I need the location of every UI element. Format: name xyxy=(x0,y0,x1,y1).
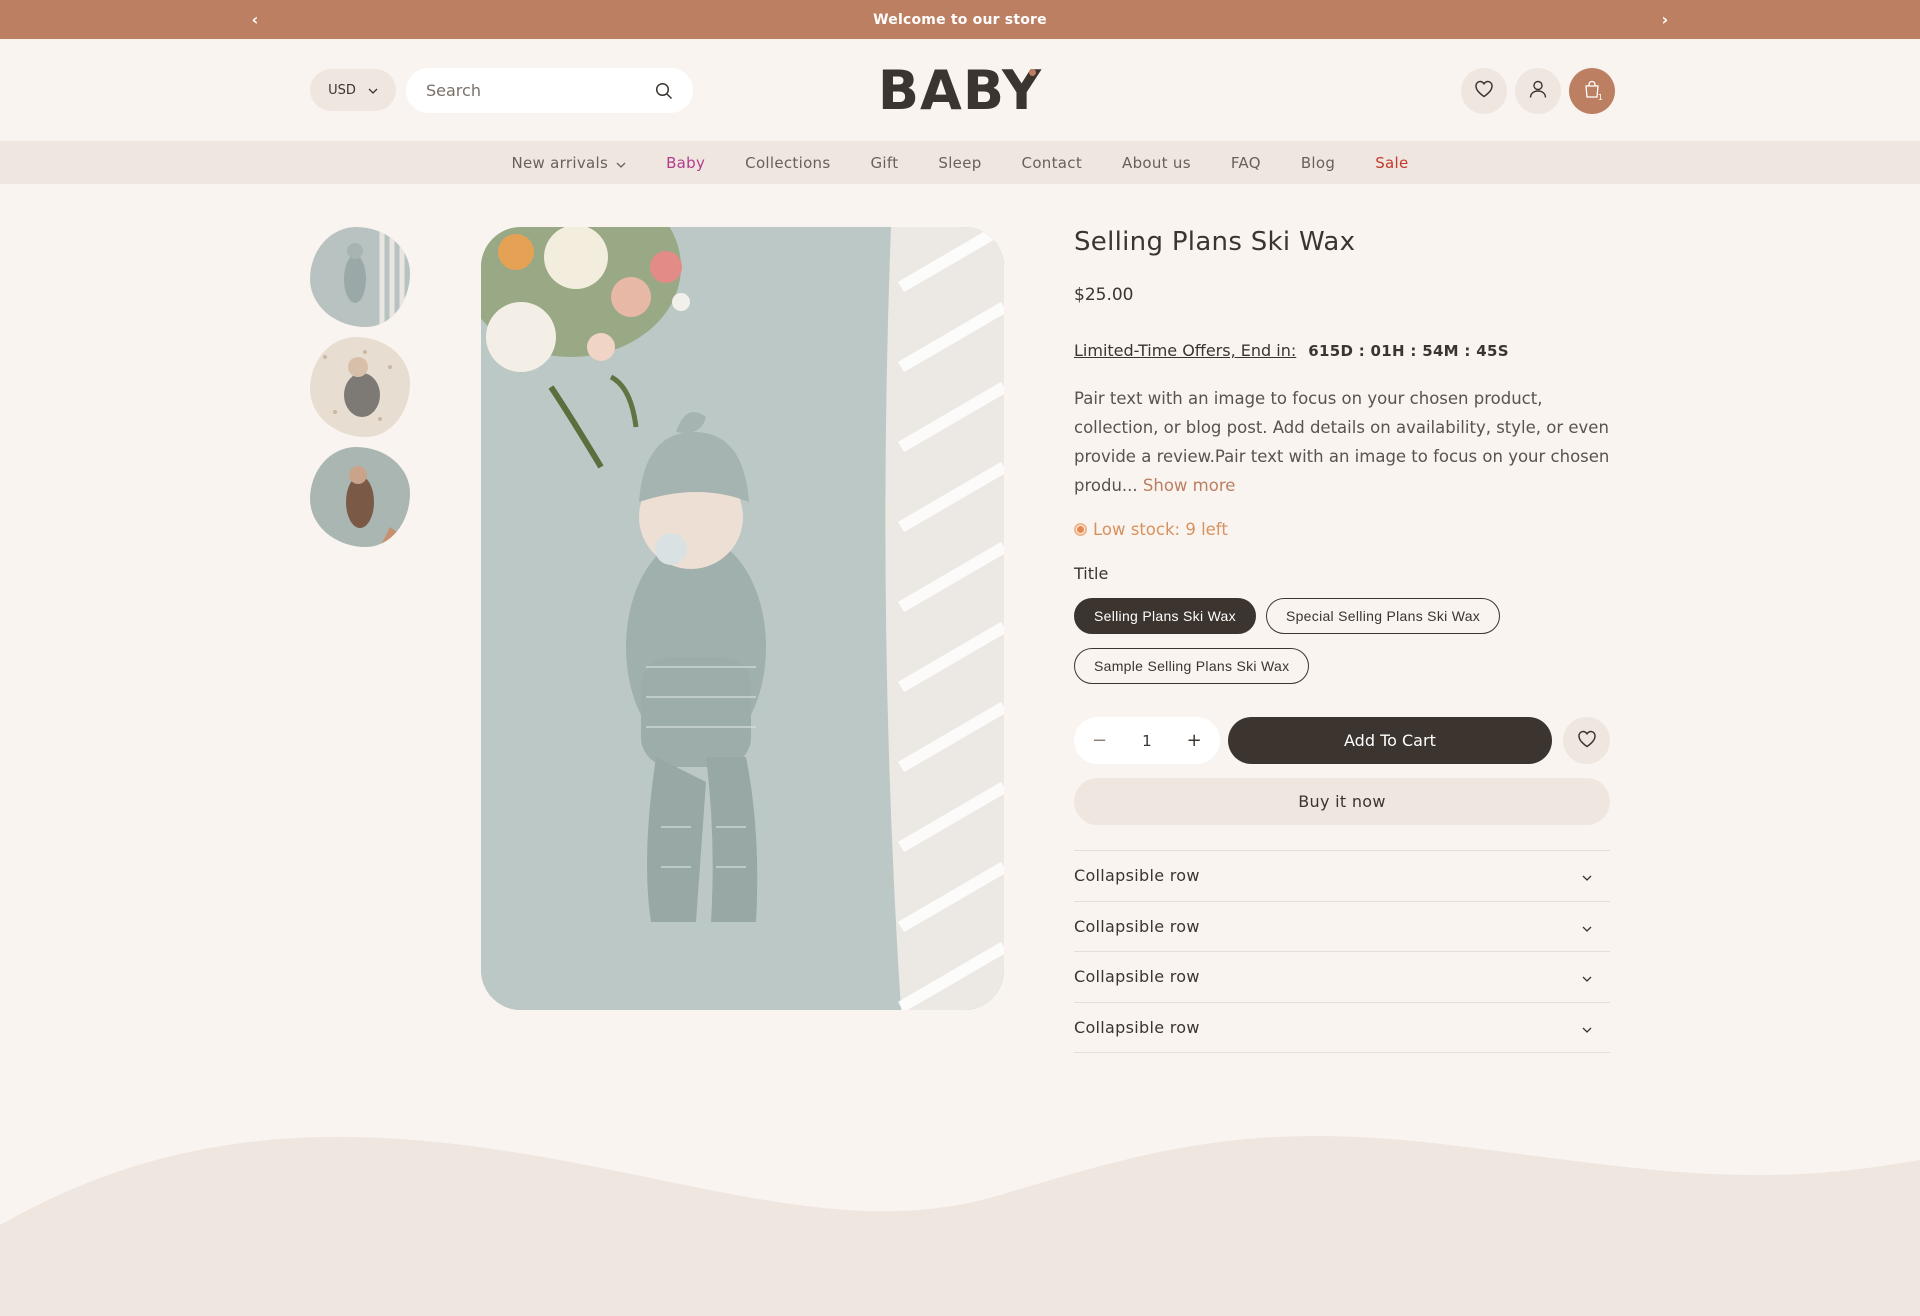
nav-item-new-arrivals[interactable]: New arrivals xyxy=(512,154,627,172)
variant-option-sample[interactable]: Sample Selling Plans Ski Wax xyxy=(1074,648,1310,684)
nav-item-label: Sleep xyxy=(938,153,982,172)
currency-value: USD xyxy=(328,82,356,98)
product-thumbnail-2[interactable] xyxy=(310,337,410,437)
site-header: USD BABY 1 xyxy=(0,39,1920,141)
chevron-down-icon xyxy=(1582,917,1592,936)
nav-item-contact[interactable]: Contact xyxy=(1022,154,1082,172)
account-button[interactable] xyxy=(1515,68,1561,114)
nav-item-blog[interactable]: Blog xyxy=(1301,154,1335,172)
nav-item-label: Contact xyxy=(1021,153,1083,172)
product-info: Selling Plans Ski Wax $25.00 Limited-Tim… xyxy=(1074,227,1610,1053)
collapsible-row[interactable]: Collapsible row xyxy=(1074,952,1610,1003)
countdown-timer: 615D : 01H : 54M : 45S xyxy=(1308,341,1509,360)
collapsible-row-label: Collapsible row xyxy=(1074,866,1200,886)
cart-button[interactable]: 1 xyxy=(1569,68,1615,114)
option-label: Title xyxy=(1074,564,1109,583)
collapsible-row-label: Collapsible row xyxy=(1074,967,1200,987)
user-icon xyxy=(1528,79,1548,103)
show-more-link[interactable]: Show more xyxy=(1143,476,1236,495)
nav-item-label: Blog xyxy=(1300,153,1336,172)
nav-item-label: FAQ xyxy=(1230,153,1261,172)
collapsible-row[interactable]: Collapsible row xyxy=(1074,851,1610,902)
nav-item-about-us[interactable]: About us xyxy=(1122,154,1191,172)
collapsible-row[interactable]: Collapsible row xyxy=(1074,1003,1610,1053)
heart-icon xyxy=(1577,730,1597,752)
product-thumbnail-1[interactable] xyxy=(310,227,410,327)
cart-count-badge: 1 xyxy=(1597,93,1603,102)
product-price: $25.00 xyxy=(1074,285,1134,305)
chevron-down-icon xyxy=(1582,866,1592,885)
chevron-down-icon xyxy=(1582,967,1592,986)
quantity-increase-button[interactable]: + xyxy=(1187,730,1202,751)
nav-item-label: About us xyxy=(1122,153,1191,172)
search-icon[interactable] xyxy=(655,82,673,100)
heart-icon xyxy=(1474,80,1494,102)
nav-item-sale[interactable]: Sale xyxy=(1375,154,1408,172)
announcement-next-button[interactable]: › xyxy=(1650,0,1680,39)
product-thumbnail-3[interactable] xyxy=(310,447,410,547)
add-to-cart-button[interactable]: Add To Cart xyxy=(1227,717,1553,764)
variant-picker: Selling Plans Ski Wax Special Selling Pl… xyxy=(1074,598,1610,684)
chevron-down-icon xyxy=(616,154,626,172)
nav-item-collections[interactable]: Collections xyxy=(745,154,830,172)
buy-now-button[interactable]: Buy it now xyxy=(1074,778,1610,825)
currency-selector[interactable]: USD xyxy=(310,69,396,111)
nav-item-label: Collections xyxy=(745,153,831,172)
quantity-stepper: − 1 + xyxy=(1074,717,1220,764)
product-title: Selling Plans Ski Wax xyxy=(1074,227,1356,257)
product-main-image[interactable] xyxy=(481,227,1004,1010)
nav-item-label: Gift xyxy=(870,153,899,172)
logo-dot xyxy=(1029,69,1036,76)
offer-label: Limited-Time Offers, End in: xyxy=(1074,341,1297,360)
nav-item-label: Baby xyxy=(666,153,706,172)
search-input[interactable] xyxy=(426,81,646,100)
announcement-text: Welcome to our store xyxy=(873,11,1047,28)
announcement-prev-button[interactable]: ‹ xyxy=(240,0,270,39)
purchase-row: − 1 + Add To Cart xyxy=(1074,717,1610,764)
wishlist-button[interactable] xyxy=(1461,68,1507,114)
main-navigation: New arrivals Baby Collections Gift Sleep… xyxy=(0,141,1920,184)
variant-option-selling-plans[interactable]: Selling Plans Ski Wax xyxy=(1074,598,1256,634)
stock-dot-icon xyxy=(1074,523,1087,536)
nav-item-label: Sale xyxy=(1375,153,1409,172)
nav-item-sleep[interactable]: Sleep xyxy=(938,154,981,172)
footer-wave-decoration xyxy=(0,1135,1920,1316)
nav-item-faq[interactable]: FAQ xyxy=(1231,154,1261,172)
stock-text: Low stock: 9 left xyxy=(1093,520,1228,539)
collapsible-row-label: Collapsible row xyxy=(1074,1017,1200,1037)
logo-text: BABY xyxy=(877,58,1043,122)
store-logo[interactable]: BABY xyxy=(878,59,1041,122)
collapsible-row[interactable]: Collapsible row xyxy=(1074,902,1610,952)
chevron-down-icon xyxy=(368,83,378,98)
collapsible-row-label: Collapsible row xyxy=(1074,916,1200,936)
stock-indicator: Low stock: 9 left xyxy=(1074,520,1610,539)
product-description: Pair text with an image to focus on your… xyxy=(1074,384,1610,500)
limited-offer: Limited-Time Offers, End in: 615D : 01H … xyxy=(1074,341,1610,360)
search-bar xyxy=(406,68,693,113)
nav-item-baby[interactable]: Baby xyxy=(666,154,705,172)
quantity-decrease-button[interactable]: − xyxy=(1092,730,1107,751)
add-to-wishlist-button[interactable] xyxy=(1563,717,1610,764)
chevron-down-icon xyxy=(1582,1018,1592,1037)
announcement-bar: ‹ Welcome to our store › xyxy=(0,0,1920,39)
variant-option-special[interactable]: Special Selling Plans Ski Wax xyxy=(1265,598,1501,634)
collapsible-rows: Collapsible row Collapsible row Collapsi… xyxy=(1074,850,1610,1053)
nav-item-label: New arrivals xyxy=(511,153,609,172)
quantity-value[interactable]: 1 xyxy=(1142,732,1152,750)
product-thumbnails xyxy=(310,227,410,557)
nav-item-gift[interactable]: Gift xyxy=(870,154,898,172)
